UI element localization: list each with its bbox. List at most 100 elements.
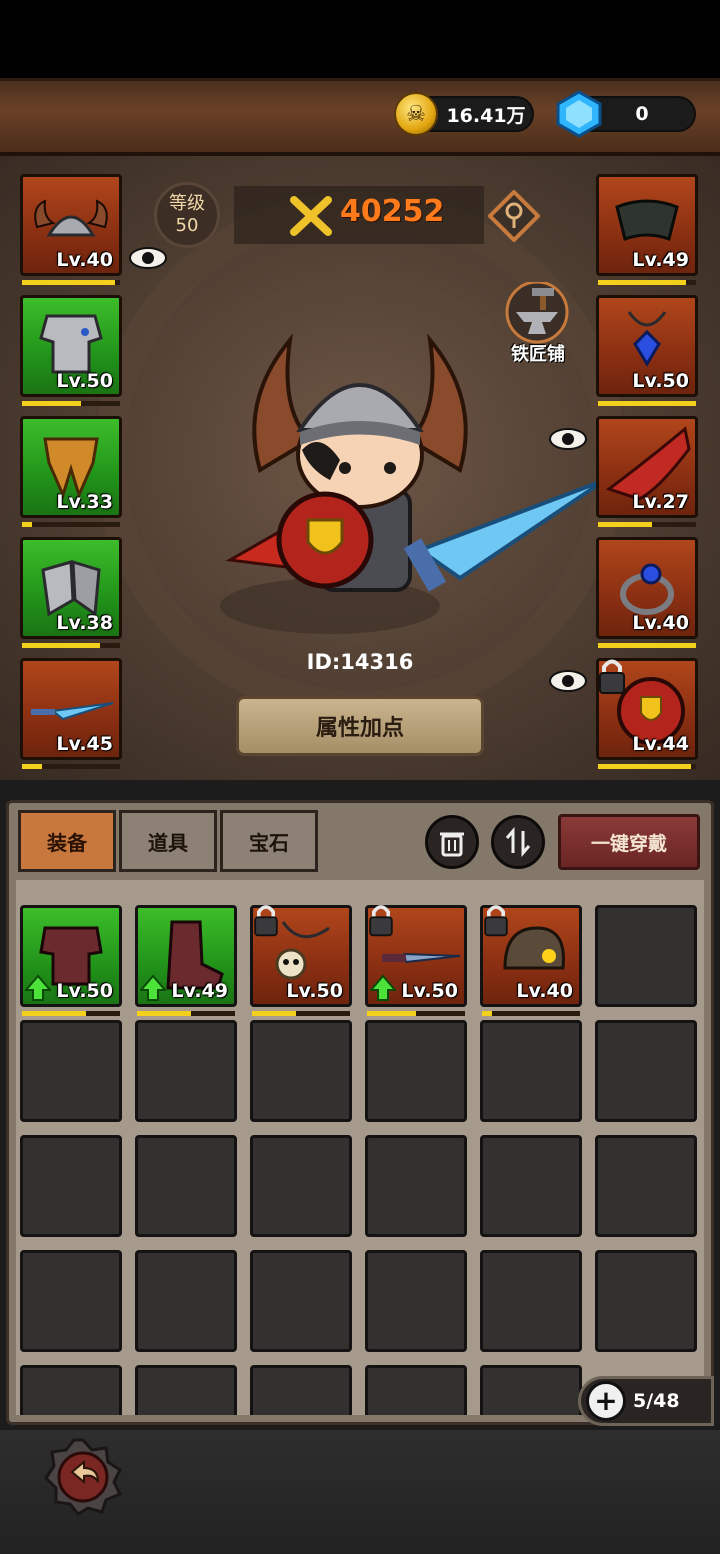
upgrade-arrow-icon [25,974,51,1001]
skull-coin-icon: ☠ [394,92,438,136]
exp-bar-fill [22,401,81,406]
slot-level: Lv.33 [56,491,113,513]
empty-inventory-slot[interactable] [135,1135,237,1237]
lock-icon [599,659,625,694]
empty-inventory-slot[interactable] [595,905,697,1007]
item-level: Lv.40 [516,980,573,1002]
inventory-item[interactable]: Lv.49 [135,905,237,1007]
slot-level: Lv.27 [632,491,689,513]
exp-bar [22,401,120,406]
equip-slot-legs[interactable]: Lv.33 [20,416,122,518]
exp-bar-fill [482,1011,492,1016]
equip-slot-gloves[interactable]: Lv.38 [20,537,122,639]
equip-slot-helmet[interactable]: Lv.40 [20,174,122,276]
empty-inventory-slot[interactable] [250,1365,352,1415]
equip-slot-weapon[interactable]: Lv.45 [20,658,122,760]
empty-inventory-slot[interactable] [595,1020,697,1122]
expand-capacity-plus-icon[interactable]: + [586,1381,626,1421]
slot-level: Lv.44 [632,733,689,755]
eye-icon[interactable] [128,245,168,271]
exp-bar [482,1011,580,1016]
exp-bar-fill [598,643,696,648]
trash-icon[interactable] [425,815,479,869]
exp-bar [367,1011,465,1016]
player-id: ID:14316 [306,650,414,674]
empty-inventory-slot[interactable] [250,1250,352,1352]
empty-inventory-slot[interactable] [20,1250,122,1352]
empty-inventory-slot[interactable] [365,1250,467,1352]
exp-bar [22,280,120,285]
item-level: Lv.50 [56,980,113,1002]
power-info-icon[interactable] [488,190,540,242]
tab-equipment[interactable]: 装备 [18,810,116,872]
empty-inventory-slot[interactable] [480,1250,582,1352]
exp-bar-fill [137,1011,191,1016]
exp-bar-fill [22,764,42,769]
empty-inventory-slot[interactable] [250,1020,352,1122]
upgrade-arrow-icon [370,974,396,1001]
inventory-item[interactable]: Lv.50 [20,905,122,1007]
inventory-item[interactable]: Lv.50 [365,905,467,1007]
lock-icon [369,905,393,937]
exp-bar [252,1011,350,1016]
empty-inventory-slot[interactable] [365,1020,467,1122]
exp-bar-fill [598,280,687,285]
empty-inventory-slot[interactable] [595,1135,697,1237]
empty-inventory-slot[interactable] [135,1250,237,1352]
inventory-grid: Lv.50 Lv.49 Lv.50 Lv.50 Lv.40 [16,880,704,1415]
item-level: Lv.49 [171,980,228,1002]
sort-glyph [505,827,531,857]
sort-icon[interactable] [491,815,545,869]
tab-gems[interactable]: 宝石 [220,810,318,872]
attribute-points-button[interactable]: 属性加点 [236,696,484,756]
slot-level: Lv.40 [632,612,689,634]
item-level: Lv.50 [401,980,458,1002]
coin-amount: 16.41万 [446,104,526,127]
empty-inventory-slot[interactable] [480,1020,582,1122]
back-arrow-icon[interactable] [44,1438,122,1516]
slot-level: Lv.38 [56,612,113,634]
exp-bar-fill [252,1011,297,1016]
empty-inventory-slot[interactable] [20,1365,122,1415]
exp-bar [22,643,120,648]
empty-inventory-slot[interactable] [135,1020,237,1122]
empty-inventory-slot[interactable] [595,1250,697,1352]
slot-level: Lv.49 [632,249,689,271]
eye-icon[interactable] [548,426,588,452]
empty-inventory-slot[interactable] [250,1135,352,1237]
level-label: 等级 [169,193,205,214]
exp-bar [598,401,696,406]
inventory-item[interactable]: Lv.40 [480,905,582,1007]
empty-inventory-slot[interactable] [365,1135,467,1237]
item-level: Lv.50 [286,980,343,1002]
blacksmith-label[interactable]: 铁匠铺 [496,340,580,366]
lock-icon [484,905,508,937]
equip-all-button[interactable]: 一键穿戴 [558,814,700,870]
empty-inventory-slot[interactable] [480,1365,582,1415]
gem-amount: 0 [635,103,649,125]
exp-bar-fill [598,401,696,406]
exp-bar-fill [598,764,692,769]
trash-glyph [440,832,464,857]
empty-inventory-slot[interactable] [20,1020,122,1122]
inventory-item[interactable]: Lv.50 [250,905,352,1007]
equip-slot-amulet[interactable]: Lv.50 [596,295,698,397]
exp-bar-fill [598,522,652,527]
equip-slot-shoulder[interactable]: Lv.49 [596,174,698,276]
equip-slot-chest[interactable]: Lv.50 [20,295,122,397]
empty-inventory-slot[interactable] [480,1135,582,1237]
exp-bar [598,764,696,769]
equip-slot-cape[interactable]: Lv.27 [596,416,698,518]
equip-slot-ring[interactable]: Lv.40 [596,537,698,639]
lock-icon [254,905,278,937]
exp-bar [137,1011,235,1016]
slot-level: Lv.45 [56,733,113,755]
exp-bar-fill [22,522,32,527]
slot-level: Lv.40 [56,249,113,271]
empty-inventory-slot[interactable] [135,1365,237,1415]
empty-inventory-slot[interactable] [20,1135,122,1237]
level-value: 50 [175,215,199,236]
eye-icon[interactable] [548,668,588,694]
tab-items[interactable]: 道具 [119,810,217,872]
empty-inventory-slot[interactable] [365,1365,467,1415]
